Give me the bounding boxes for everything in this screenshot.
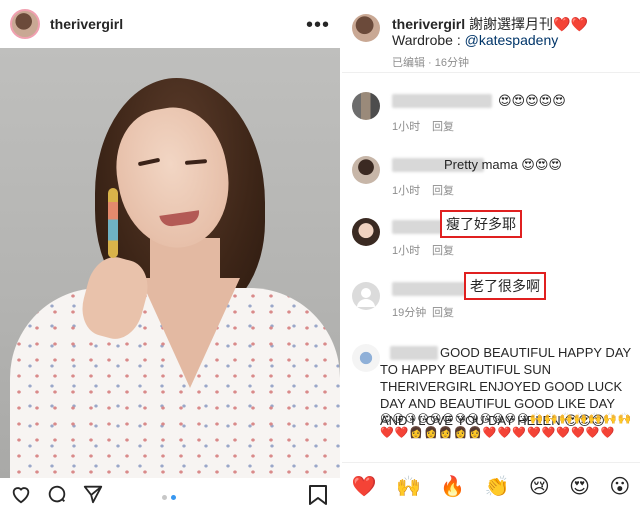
caption-line: therivergirl 謝謝選擇月刊❤️❤️: [392, 14, 588, 34]
more-options-icon[interactable]: •••: [306, 14, 330, 37]
instagram-composite: therivergirl ••• therivergirl 謝謝選擇月刊❤️❤️…: [0, 0, 640, 509]
carousel-dots: [162, 495, 176, 500]
wardrobe-label: Wardrobe :: [392, 32, 465, 48]
post-username[interactable]: therivergirl: [50, 16, 123, 32]
reaction-fire[interactable]: 🔥: [440, 474, 465, 499]
carousel-dot-active: [171, 495, 176, 500]
comment-time: 1小时: [392, 185, 421, 197]
wardrobe-handle[interactable]: @katespadeny: [465, 32, 559, 48]
comment-emoji-run: 😍😘😘😘😘😘😘😘😘😘😘😘🙌🙌🙌🙌🙌🙌🙌❤️❤️👩👩👩👩👩❤️❤️❤️❤️❤️❤️…: [380, 413, 633, 439]
post-panel: therivergirl •••: [0, 0, 340, 509]
photo-vneck: [140, 278, 240, 388]
divider: [342, 72, 640, 73]
reaction-surprised[interactable]: 😮: [609, 474, 630, 499]
comment-time: 1小时: [392, 245, 421, 257]
photo-earring: [108, 188, 118, 258]
reply-button[interactable]: 回复: [432, 304, 454, 320]
caption-text: 謝謝選擇月刊❤️❤️: [465, 16, 588, 32]
caption-meta: 已编辑 · 16分钟: [392, 57, 470, 69]
avatar[interactable]: [10, 9, 40, 39]
post-header: therivergirl •••: [0, 0, 340, 48]
quick-reactions-bar: ❤️ 🙌 🔥 👏 😢 😍 😮: [342, 462, 640, 509]
reaction-crying[interactable]: 😢: [529, 474, 550, 499]
send-icon[interactable]: [82, 483, 104, 505]
carousel-dot: [162, 495, 167, 500]
comment-text-highlighted: 瘦了好多耶: [440, 210, 522, 238]
comment-text-highlighted: 老了很多啊: [464, 272, 546, 300]
reaction-raised-hands[interactable]: 🙌: [396, 474, 421, 499]
comment-text: 😍😍😍😍😍: [498, 93, 566, 108]
comment-icon[interactable]: [46, 483, 68, 505]
reply-button[interactable]: 回复: [432, 242, 454, 258]
redacted-username: [392, 282, 474, 296]
post-photo[interactable]: [0, 48, 340, 478]
comment-time: 1小时: [392, 121, 421, 133]
avatar[interactable]: [352, 92, 380, 120]
heart-outline-icon[interactable]: [10, 483, 32, 505]
comment-text: Pretty mama 😍😍😍: [444, 157, 562, 172]
comments-panel: therivergirl 謝謝選擇月刊❤️❤️ Wardrobe : @kate…: [342, 0, 640, 509]
reply-button[interactable]: 回复: [432, 118, 454, 134]
reaction-clap[interactable]: 👏: [485, 474, 510, 499]
reaction-heart[interactable]: ❤️: [352, 474, 377, 499]
post-actions: [0, 478, 340, 509]
avatar[interactable]: [352, 218, 380, 246]
caption-username[interactable]: therivergirl: [392, 16, 465, 32]
redacted-username: [392, 94, 492, 108]
avatar[interactable]: [352, 344, 380, 372]
bookmark-icon[interactable]: [308, 484, 328, 511]
avatar[interactable]: [352, 14, 380, 42]
avatar[interactable]: [352, 156, 380, 184]
caption-wardrobe: Wardrobe : @katespadeny: [392, 32, 558, 48]
comment-time: 19分钟: [392, 307, 427, 319]
avatar-placeholder[interactable]: [352, 282, 380, 310]
reaction-heart-eyes[interactable]: 😍: [569, 474, 590, 499]
reply-button[interactable]: 回复: [432, 182, 454, 198]
